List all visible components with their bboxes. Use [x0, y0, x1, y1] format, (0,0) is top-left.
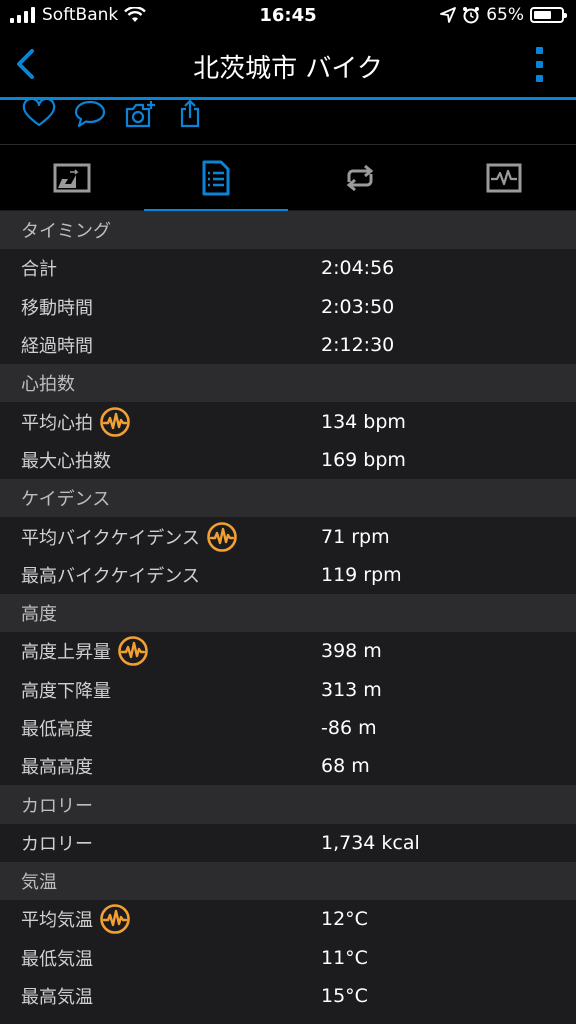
add-photo-camera-icon[interactable]	[124, 100, 158, 128]
like-heart-icon[interactable]	[22, 100, 56, 128]
stat-row: 最高気温 15°C	[0, 976, 576, 1016]
heart-rate-wave-icon	[100, 406, 130, 437]
stat-value: 169 bpm	[321, 448, 406, 471]
stat-value: 313 m	[321, 678, 382, 701]
stat-value: 11°C	[321, 946, 368, 969]
more-options-icon[interactable]	[534, 46, 546, 84]
stat-value: 398 m	[321, 640, 382, 663]
stat-label-wrap: 移動時間	[21, 294, 93, 320]
stat-label-wrap: 経過時間	[21, 332, 93, 358]
battery-icon	[530, 7, 567, 23]
stat-label: 移動時間	[21, 297, 93, 319]
stat-label-wrap: 高度下降量	[21, 677, 111, 703]
section-header: ケイデンス	[0, 479, 576, 518]
stat-label: 最大心拍数	[21, 450, 111, 472]
section-header: 高度	[0, 593, 576, 633]
stat-value: 119 rpm	[321, 563, 402, 586]
stat-label: 平均心拍	[21, 412, 93, 434]
stat-row: 最低高度 -86 m	[0, 708, 576, 748]
stat-label-wrap: 最低高度	[21, 715, 93, 741]
stat-value: 134 bpm	[321, 410, 406, 433]
stat-row: 最高バイクケイデンス 119 rpm	[0, 555, 576, 594]
stat-label: 経過時間	[21, 336, 93, 358]
tab-stats[interactable]	[144, 145, 288, 212]
stat-label: 最低高度	[21, 719, 93, 740]
battery-fill	[534, 11, 551, 19]
summary-chart-icon	[53, 163, 91, 193]
battery-percent: 65%	[486, 5, 524, 25]
stat-row: 合計 2:04:56	[0, 249, 576, 288]
stat-value: 71 rpm	[321, 525, 390, 548]
stat-label: 平均バイクケイデンス	[21, 527, 200, 549]
tab-laps[interactable]	[288, 145, 432, 211]
page-title: 北茨城市 バイク	[193, 54, 383, 84]
comment-bubble-icon[interactable]	[73, 100, 107, 128]
stat-value: 68 m	[321, 755, 370, 778]
stat-row: 高度上昇量 398 m	[0, 632, 576, 671]
heart-rate-wave-icon	[207, 521, 237, 552]
tab-bar	[0, 144, 576, 212]
stat-value: -86 m	[321, 717, 377, 739]
stat-label: 平均気温	[21, 910, 93, 932]
stat-row: 高度下降量 313 m	[0, 670, 576, 709]
stat-label: 最高高度	[21, 757, 93, 779]
stat-label-wrap: 平均心拍	[21, 406, 131, 438]
status-right: 65%	[440, 5, 567, 25]
stat-label-wrap: 最大心拍数	[21, 447, 111, 473]
stat-value: 12°C	[321, 908, 368, 931]
location-icon	[440, 7, 457, 23]
stat-row: 経過時間 2:12:30	[0, 325, 576, 365]
back-icon[interactable]	[10, 46, 46, 82]
stat-label-wrap: 平均気温	[21, 903, 131, 935]
stat-row: 最大心拍数 169 bpm	[0, 440, 576, 480]
stat-value: 1,734 kcal	[321, 831, 420, 854]
section-header: タイミング	[0, 211, 576, 250]
stat-row: 移動時間 2:03:50	[0, 287, 576, 326]
stat-label-wrap: 最高バイクケイデンス	[21, 562, 200, 588]
stat-label-wrap: 平均バイクケイデンス	[21, 521, 238, 553]
stat-label: 高度下降量	[21, 680, 111, 702]
stat-label: 高度上昇量	[21, 642, 111, 664]
navigation-bar: 北茨城市 バイク	[0, 32, 576, 98]
stat-label-wrap: 合計	[21, 255, 57, 281]
stats-document-icon	[202, 160, 230, 196]
stat-label: 合計	[21, 259, 57, 281]
stat-label: 最低気温	[21, 948, 93, 970]
status-bar: SoftBank 16:45 65%	[0, 0, 576, 32]
stat-label-wrap: カロリー	[21, 830, 93, 856]
section-header: カロリー	[0, 785, 576, 824]
heart-rate-wave-icon	[100, 904, 130, 935]
stat-value: 2:12:30	[321, 334, 395, 357]
stat-row: 平均気温 12°C	[0, 900, 576, 939]
heart-rate-wave-icon	[118, 636, 148, 667]
section-header: 心拍数	[0, 364, 576, 403]
laps-repeat-icon	[346, 164, 374, 192]
stat-label-wrap: 高度上昇量	[21, 635, 149, 667]
stat-row: 平均バイクケイデンス 71 rpm	[0, 517, 576, 556]
stats-list: タイミング 合計 2:04:56 移動時間 2:03:50 経過時間 2:12:30 心拍数平…	[0, 211, 576, 1016]
stat-label-wrap: 最高気温	[21, 983, 93, 1009]
tab-charts[interactable]	[432, 145, 576, 211]
stat-value: 15°C	[321, 985, 368, 1008]
stat-row: 最低気温 11°C	[0, 938, 576, 977]
stat-label: カロリー	[21, 833, 93, 855]
stat-value: 2:04:56	[321, 257, 395, 280]
stat-label-wrap: 最低気温	[21, 945, 93, 971]
alarm-icon	[463, 7, 480, 24]
stat-value: 2:03:50	[321, 295, 395, 318]
stat-row: カロリー 1,734 kcal	[0, 823, 576, 863]
tab-summary[interactable]	[0, 145, 144, 211]
share-icon[interactable]	[176, 100, 210, 128]
stat-row: 最高高度 68 m	[0, 747, 576, 786]
section-header: 気温	[0, 862, 576, 901]
stat-label: 最高気温	[21, 987, 93, 1009]
stat-row: 平均心拍 134 bpm	[0, 402, 576, 441]
charts-graph-icon	[486, 163, 522, 193]
stat-label-wrap: 最高高度	[21, 753, 93, 779]
action-row	[0, 100, 576, 144]
stat-label: 最高バイクケイデンス	[21, 565, 200, 587]
